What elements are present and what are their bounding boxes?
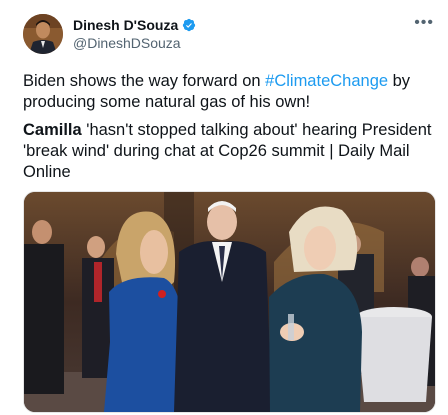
avatar-photo [23,14,63,54]
author-name[interactable]: Dinesh D'Souza [73,17,178,33]
event-photo-illustration [24,192,435,412]
headline-text: 'hasn't stopped talking about' hearing P… [23,121,432,181]
author-name-row[interactable]: Dinesh D'Souza [73,17,196,33]
tweet-photo[interactable] [23,191,436,413]
tweet-text: Biden shows the way forward on #ClimateC… [23,71,423,113]
tweet-text-part: Biden shows the way forward on [23,72,266,90]
author-handle[interactable]: @DineshDSouza [73,35,181,51]
link-headline[interactable]: Camilla 'hasn't stopped talking about' h… [23,120,433,183]
headline-bold: Camilla [23,121,82,139]
verified-badge-icon [183,18,196,32]
ellipsis-icon[interactable]: ••• [414,14,434,32]
hashtag-link[interactable]: #ClimateChange [265,72,388,90]
author-avatar[interactable] [23,14,63,54]
